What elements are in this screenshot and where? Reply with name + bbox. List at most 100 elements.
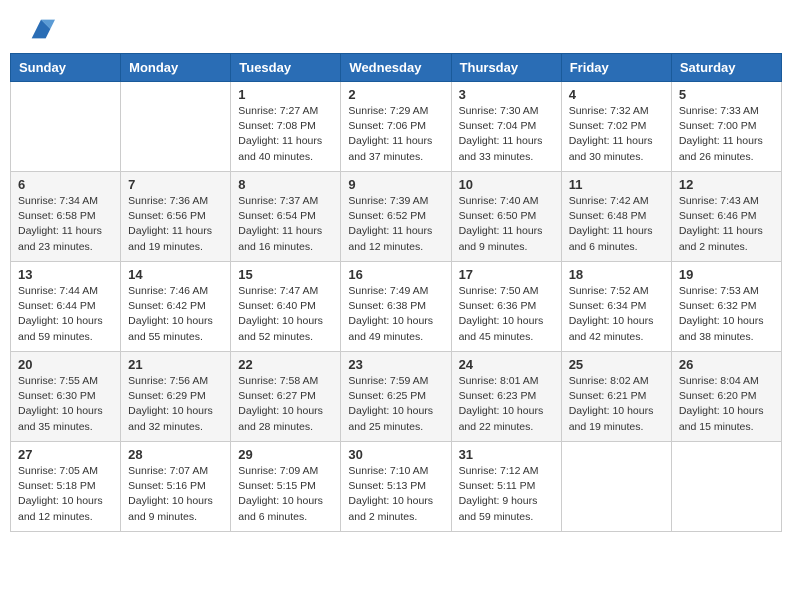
day-number: 16	[348, 267, 443, 282]
day-info: Sunrise: 7:58 AMSunset: 6:27 PMDaylight:…	[238, 374, 333, 435]
day-number: 9	[348, 177, 443, 192]
calendar-cell: 19 Sunrise: 7:53 AMSunset: 6:32 PMDayligh…	[671, 262, 781, 352]
calendar-cell	[121, 82, 231, 172]
day-info: Sunrise: 7:59 AMSunset: 6:25 PMDaylight:…	[348, 374, 443, 435]
calendar-cell: 25 Sunrise: 8:02 AMSunset: 6:21 PMDayligh…	[561, 352, 671, 442]
calendar-cell: 18 Sunrise: 7:52 AMSunset: 6:34 PMDayligh…	[561, 262, 671, 352]
day-number: 5	[679, 87, 774, 102]
day-info: Sunrise: 7:29 AMSunset: 7:06 PMDaylight:…	[348, 104, 443, 165]
calendar-cell: 1Sunrise: 7:27 AMSunset: 7:08 PMDaylight…	[231, 82, 341, 172]
day-info: Sunrise: 7:10 AMSunset: 5:13 PMDaylight:…	[348, 464, 443, 525]
day-number: 14	[128, 267, 223, 282]
calendar-cell: 10 Sunrise: 7:40 AMSunset: 6:50 PMDayligh…	[451, 172, 561, 262]
day-header-monday: Monday	[121, 54, 231, 82]
calendar-week-row: 13 Sunrise: 7:44 AMSunset: 6:44 PMDayligh…	[11, 262, 782, 352]
calendar-week-row: 27Sunrise: 7:05 AMSunset: 5:18 PMDayligh…	[11, 442, 782, 532]
calendar-cell: 8 Sunrise: 7:37 AMSunset: 6:54 PMDaylight…	[231, 172, 341, 262]
calendar-cell: 11 Sunrise: 7:42 AMSunset: 6:48 PMDayligh…	[561, 172, 671, 262]
day-number: 10	[459, 177, 554, 192]
day-info: Sunrise: 7:32 AMSunset: 7:02 PMDaylight:…	[569, 104, 664, 165]
calendar-week-row: 6 Sunrise: 7:34 AMSunset: 6:58 PMDaylight…	[11, 172, 782, 262]
day-info: Sunrise: 7:53 AMSunset: 6:32 PMDaylight:…	[679, 284, 774, 345]
calendar-cell: 9 Sunrise: 7:39 AMSunset: 6:52 PMDaylight…	[341, 172, 451, 262]
calendar-cell: 24Sunrise: 8:01 AMSunset: 6:23 PMDayligh…	[451, 352, 561, 442]
logo	[25, 20, 55, 43]
day-number: 21	[128, 357, 223, 372]
calendar-week-row: 1Sunrise: 7:27 AMSunset: 7:08 PMDaylight…	[11, 82, 782, 172]
day-number: 6	[18, 177, 113, 192]
calendar-cell: 14 Sunrise: 7:46 AMSunset: 6:42 PMDayligh…	[121, 262, 231, 352]
day-info: Sunrise: 7:40 AMSunset: 6:50 PMDaylight:…	[459, 194, 554, 255]
day-info: Sunrise: 7:49 AMSunset: 6:38 PMDaylight:…	[348, 284, 443, 345]
day-number: 18	[569, 267, 664, 282]
day-number: 11	[569, 177, 664, 192]
day-number: 15	[238, 267, 333, 282]
day-number: 12	[679, 177, 774, 192]
calendar-cell: 6 Sunrise: 7:34 AMSunset: 6:58 PMDaylight…	[11, 172, 121, 262]
day-number: 3	[459, 87, 554, 102]
day-number: 23	[348, 357, 443, 372]
day-info: Sunrise: 7:30 AMSunset: 7:04 PMDaylight:…	[459, 104, 554, 165]
day-number: 29	[238, 447, 333, 462]
day-info: Sunrise: 7:50 AMSunset: 6:36 PMDaylight:…	[459, 284, 554, 345]
day-info: Sunrise: 8:01 AMSunset: 6:23 PMDaylight:…	[459, 374, 554, 435]
day-info: Sunrise: 7:37 AMSunset: 6:54 PMDaylight:…	[238, 194, 333, 255]
calendar-table: SundayMondayTuesdayWednesdayThursdayFrid…	[10, 53, 782, 532]
calendar-cell: 17 Sunrise: 7:50 AMSunset: 6:36 PMDayligh…	[451, 262, 561, 352]
day-info: Sunrise: 7:44 AMSunset: 6:44 PMDaylight:…	[18, 284, 113, 345]
calendar-cell: 4 Sunrise: 7:32 AMSunset: 7:02 PMDaylight…	[561, 82, 671, 172]
day-info: Sunrise: 7:47 AMSunset: 6:40 PMDaylight:…	[238, 284, 333, 345]
calendar-cell: 3 Sunrise: 7:30 AMSunset: 7:04 PMDaylight…	[451, 82, 561, 172]
day-number: 20	[18, 357, 113, 372]
calendar-cell: 5 Sunrise: 7:33 AMSunset: 7:00 PMDaylight…	[671, 82, 781, 172]
calendar-cell: 13 Sunrise: 7:44 AMSunset: 6:44 PMDayligh…	[11, 262, 121, 352]
calendar-cell: 27Sunrise: 7:05 AMSunset: 5:18 PMDayligh…	[11, 442, 121, 532]
day-number: 17	[459, 267, 554, 282]
day-header-sunday: Sunday	[11, 54, 121, 82]
day-info: Sunrise: 7:09 AMSunset: 5:15 PMDaylight:…	[238, 464, 333, 525]
calendar-cell: 30 Sunrise: 7:10 AMSunset: 5:13 PMDayligh…	[341, 442, 451, 532]
day-info: Sunrise: 7:05 AMSunset: 5:18 PMDaylight:…	[18, 464, 113, 525]
calendar-cell	[11, 82, 121, 172]
day-info: Sunrise: 7:52 AMSunset: 6:34 PMDaylight:…	[569, 284, 664, 345]
day-info: Sunrise: 7:39 AMSunset: 6:52 PMDaylight:…	[348, 194, 443, 255]
day-number: 4	[569, 87, 664, 102]
calendar-week-row: 20 Sunrise: 7:55 AMSunset: 6:30 PMDayligh…	[11, 352, 782, 442]
day-info: Sunrise: 7:36 AMSunset: 6:56 PMDaylight:…	[128, 194, 223, 255]
calendar-cell: 7 Sunrise: 7:36 AMSunset: 6:56 PMDaylight…	[121, 172, 231, 262]
day-info: Sunrise: 7:07 AMSunset: 5:16 PMDaylight:…	[128, 464, 223, 525]
calendar-cell: 23 Sunrise: 7:59 AMSunset: 6:25 PMDayligh…	[341, 352, 451, 442]
calendar-cell: 2Sunrise: 7:29 AMSunset: 7:06 PMDaylight…	[341, 82, 451, 172]
day-info: Sunrise: 7:33 AMSunset: 7:00 PMDaylight:…	[679, 104, 774, 165]
day-info: Sunrise: 7:55 AMSunset: 6:30 PMDaylight:…	[18, 374, 113, 435]
day-info: Sunrise: 7:56 AMSunset: 6:29 PMDaylight:…	[128, 374, 223, 435]
day-number: 7	[128, 177, 223, 192]
day-info: Sunrise: 7:42 AMSunset: 6:48 PMDaylight:…	[569, 194, 664, 255]
day-info: Sunrise: 7:43 AMSunset: 6:46 PMDaylight:…	[679, 194, 774, 255]
day-number: 22	[238, 357, 333, 372]
day-header-friday: Friday	[561, 54, 671, 82]
day-number: 30	[348, 447, 443, 462]
calendar-cell: 26 Sunrise: 8:04 AMSunset: 6:20 PMDayligh…	[671, 352, 781, 442]
day-number: 28	[128, 447, 223, 462]
day-info: Sunrise: 7:34 AMSunset: 6:58 PMDaylight:…	[18, 194, 113, 255]
day-number: 1	[238, 87, 333, 102]
calendar-cell: 28 Sunrise: 7:07 AMSunset: 5:16 PMDayligh…	[121, 442, 231, 532]
day-info: Sunrise: 8:04 AMSunset: 6:20 PMDaylight:…	[679, 374, 774, 435]
day-number: 25	[569, 357, 664, 372]
day-number: 26	[679, 357, 774, 372]
day-number: 31	[459, 447, 554, 462]
calendar-cell: 15 Sunrise: 7:47 AMSunset: 6:40 PMDayligh…	[231, 262, 341, 352]
day-number: 19	[679, 267, 774, 282]
calendar-cell: 21 Sunrise: 7:56 AMSunset: 6:29 PMDayligh…	[121, 352, 231, 442]
logo-icon	[27, 15, 55, 43]
day-header-wednesday: Wednesday	[341, 54, 451, 82]
calendar-cell: 31 Sunrise: 7:12 AMSunset: 5:11 PMDayligh…	[451, 442, 561, 532]
day-number: 13	[18, 267, 113, 282]
day-number: 8	[238, 177, 333, 192]
day-info: Sunrise: 7:46 AMSunset: 6:42 PMDaylight:…	[128, 284, 223, 345]
day-info: Sunrise: 8:02 AMSunset: 6:21 PMDaylight:…	[569, 374, 664, 435]
calendar-cell: 16 Sunrise: 7:49 AMSunset: 6:38 PMDayligh…	[341, 262, 451, 352]
calendar-cell: 29 Sunrise: 7:09 AMSunset: 5:15 PMDayligh…	[231, 442, 341, 532]
day-info: Sunrise: 7:12 AMSunset: 5:11 PMDaylight:…	[459, 464, 554, 525]
